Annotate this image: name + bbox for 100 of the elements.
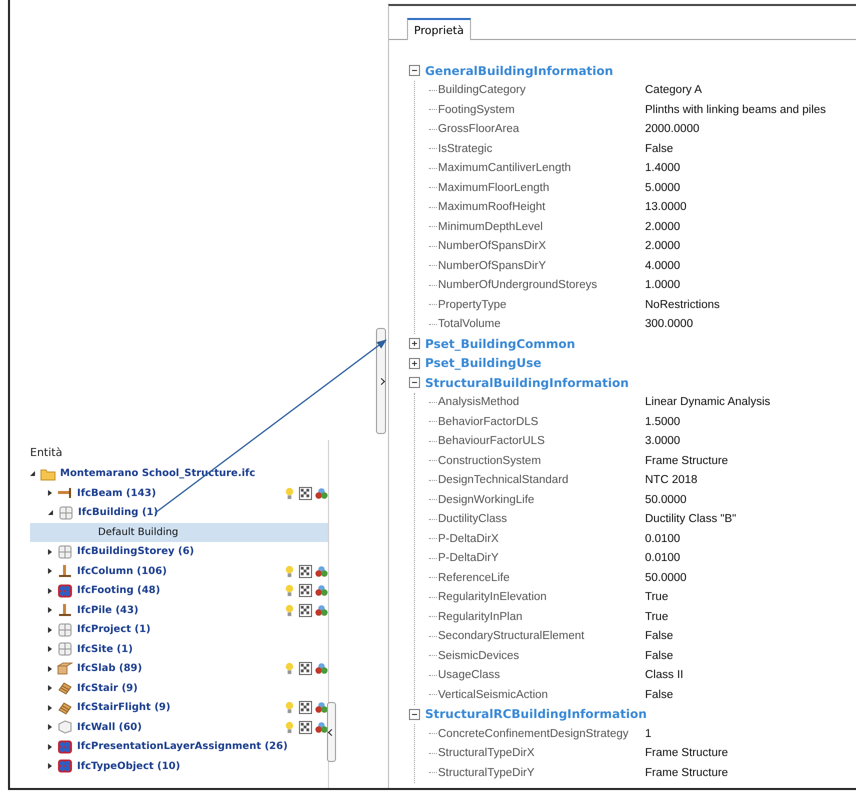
expander-icon[interactable] [48, 744, 52, 750]
expand-handle[interactable] [376, 328, 386, 434]
color-circles-icon[interactable] [315, 720, 328, 734]
expander-icon[interactable] [48, 685, 52, 692]
property-value: 2.0000 [645, 240, 680, 252]
collapse-icon[interactable] [409, 65, 420, 76]
property-value: False [645, 630, 674, 642]
expander-icon[interactable] [48, 588, 52, 594]
property-value: Plinths with linking beams and piles [645, 104, 826, 116]
collapse-handle[interactable] [327, 702, 336, 762]
expander-icon[interactable] [48, 724, 52, 730]
expand-icon[interactable] [409, 338, 420, 350]
property-name: VerticalSeismicAction [438, 688, 549, 701]
property-value: 1 [645, 728, 652, 740]
tree-item[interactable]: IfcWall (60) [77, 722, 142, 733]
tree-item[interactable]: IfcBuilding (1) [78, 507, 158, 518]
checkerboard-icon[interactable] [299, 720, 312, 734]
checkerboard-icon[interactable] [299, 604, 312, 617]
property-name: NumberOfSpansDirX [438, 240, 548, 252]
tree-item[interactable]: IfcSite (1) [77, 644, 133, 655]
tree-item[interactable]: IfcSlab (89) [77, 663, 142, 674]
tree-item[interactable]: IfcTypeObject (10) [77, 760, 180, 772]
checkerboard-icon[interactable] [299, 662, 312, 676]
property-value: 4.0000 [645, 260, 680, 272]
expander-icon[interactable] [48, 763, 52, 770]
collapse-icon[interactable] [409, 377, 420, 388]
property-name: RegularityInElevation [438, 591, 548, 604]
expander-icon[interactable] [48, 490, 52, 496]
property-name: MinimumDepthLevel [438, 220, 544, 233]
group-header[interactable]: Pset_BuildingCommon [425, 336, 576, 351]
property-value: Ductility Class "B" [645, 513, 736, 526]
color-circles-icon[interactable] [315, 486, 328, 500]
tree-item[interactable]: Default Building [30, 522, 328, 542]
expander-icon[interactable] [48, 510, 53, 516]
property-name: SecondaryStructuralElement [438, 630, 586, 642]
expander-icon[interactable] [48, 626, 52, 633]
checkerboard-icon[interactable] [299, 564, 312, 578]
property-value: Frame Structure [645, 454, 728, 467]
grid-icon [58, 506, 74, 520]
layers-icon [57, 584, 73, 598]
property-name: BehaviourFactorULS [438, 435, 546, 448]
layers-icon [57, 759, 73, 774]
checkerboard-icon[interactable] [299, 701, 312, 714]
properties-tab[interactable]: Proprietà [407, 18, 471, 40]
expander-icon[interactable] [48, 666, 52, 672]
expander-icon[interactable] [48, 548, 52, 555]
tree-item[interactable]: IfcStair (9) [77, 682, 138, 694]
property-name: DesignWorkingLife [438, 494, 536, 506]
expander-icon[interactable] [48, 568, 52, 574]
property-name: StructuralTypeDirX [438, 747, 536, 760]
tree-item[interactable]: IfcPile (43) [77, 604, 139, 616]
group-header[interactable]: StructuralRCBuildingInformation [425, 707, 647, 722]
property-value: 13.0000 [645, 201, 687, 214]
property-value: 2000.0000 [645, 123, 700, 136]
tree-item[interactable]: IfcPresentationLayerAssignment (26) [77, 741, 288, 752]
property-name: NumberOfUndergroundStoreys [438, 279, 598, 292]
property-name: P-DeltaDirX [438, 532, 500, 545]
property-value: NoRestrictions [645, 298, 720, 311]
property-name: BehaviorFactorDLS [438, 416, 540, 428]
property-name: GrossFloorArea [438, 123, 520, 136]
color-circles-icon[interactable] [315, 564, 328, 578]
group-header[interactable]: GeneralBuildingInformation [425, 64, 614, 78]
checkerboard-icon[interactable] [299, 486, 312, 500]
color-circles-icon[interactable] [315, 584, 328, 598]
expand-icon[interactable] [409, 358, 420, 369]
wall-icon [57, 720, 73, 734]
property-value: False [645, 650, 674, 662]
property-name: IsStrategic [438, 142, 494, 155]
property-value: 1.4000 [645, 162, 680, 174]
property-name: BuildingCategory [438, 84, 527, 96]
layers-icon [57, 740, 73, 754]
property-value: True [645, 610, 668, 623]
property-name: PropertyType [438, 298, 508, 311]
expander-icon[interactable] [48, 607, 52, 614]
tree-item[interactable]: IfcFooting (48) [77, 585, 160, 596]
slab-icon [57, 662, 73, 676]
property-name: TotalVolume [438, 318, 502, 330]
property-name: P-DeltaDirY [438, 552, 500, 564]
tree-item[interactable]: IfcStairFlight (9) [77, 702, 170, 714]
color-circles-icon[interactable] [315, 662, 328, 676]
column-icon [57, 564, 73, 578]
grid-icon [57, 642, 73, 656]
group-header[interactable]: Pset_BuildingUse [425, 356, 542, 370]
tree-item[interactable]: IfcColumn (106) [77, 566, 167, 577]
collapse-icon[interactable] [409, 708, 420, 720]
expander-icon[interactable] [48, 704, 52, 711]
expander-icon[interactable] [48, 646, 52, 652]
checkerboard-icon[interactable] [299, 584, 312, 598]
beam-icon [57, 486, 73, 500]
tree-item[interactable]: IfcBuildingStorey (6) [77, 546, 194, 558]
expander-icon[interactable] [30, 471, 35, 476]
tree-item[interactable]: IfcBeam (143) [77, 488, 156, 499]
property-value: 5.0000 [645, 182, 680, 194]
property-name: DuctilityClass [438, 513, 508, 526]
property-value: Frame Structure [645, 766, 728, 779]
property-value: Class II [645, 669, 684, 682]
color-circles-icon[interactable] [315, 604, 328, 617]
tree-item[interactable]: IfcProject (1) [77, 624, 151, 636]
color-circles-icon[interactable] [315, 701, 328, 714]
group-header[interactable]: StructuralBuildingInformation [425, 376, 629, 390]
